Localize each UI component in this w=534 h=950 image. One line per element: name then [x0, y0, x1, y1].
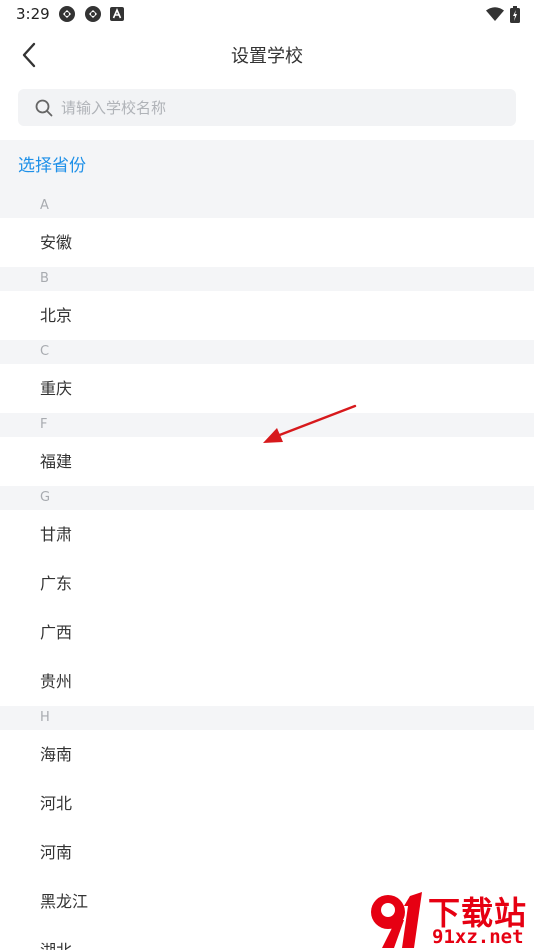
province-item[interactable]: 福建: [0, 437, 534, 486]
province-item[interactable]: 重庆: [0, 364, 534, 413]
letter-header: G: [0, 486, 534, 510]
header: 设置学校: [0, 28, 534, 82]
province-item[interactable]: 海南: [0, 730, 534, 779]
province-item[interactable]: 广东: [0, 559, 534, 608]
a-letter-icon: [109, 7, 124, 21]
status-time: 3:29: [16, 5, 50, 23]
status-bar: 3:29: [0, 0, 534, 28]
province-list[interactable]: 选择省份 A安徽B北京C重庆F福建G甘肃广东广西贵州H海南河北河南黑龙江湖北: [0, 140, 534, 950]
sync-icon: [84, 5, 102, 23]
letter-header: C: [0, 340, 534, 364]
battery-icon: [510, 5, 520, 23]
letter-header: A: [0, 194, 534, 218]
search-icon: [35, 99, 53, 116]
letter-header: H: [0, 706, 534, 730]
province-item[interactable]: 安徽: [0, 218, 534, 267]
watermark-domain: 91xz.net: [432, 926, 524, 948]
province-item[interactable]: 北京: [0, 291, 534, 340]
groups-container: A安徽B北京C重庆F福建G甘肃广东广西贵州H海南河北河南黑龙江湖北: [0, 194, 534, 950]
province-item[interactable]: 广西: [0, 608, 534, 657]
status-right: [486, 5, 520, 23]
status-left: 3:29: [16, 5, 124, 23]
letter-header: F: [0, 413, 534, 437]
watermark: 下载站 91xz.net: [358, 886, 534, 950]
search-box[interactable]: [18, 89, 516, 126]
province-item[interactable]: 贵州: [0, 657, 534, 706]
search-input[interactable]: [61, 98, 481, 117]
screen: 3:29 设置学校 请输入学校名称 选择省份 A 安徽 B 北京 C 重庆 F …: [0, 0, 534, 950]
province-item[interactable]: 甘肃: [0, 510, 534, 559]
section-heading: 选择省份: [0, 140, 534, 194]
wifi-icon: [486, 7, 504, 21]
province-item[interactable]: 河北: [0, 779, 534, 828]
sync-icon: [58, 5, 76, 23]
province-item[interactable]: 河南: [0, 828, 534, 877]
page-title: 设置学校: [231, 46, 303, 67]
letter-header: B: [0, 267, 534, 291]
